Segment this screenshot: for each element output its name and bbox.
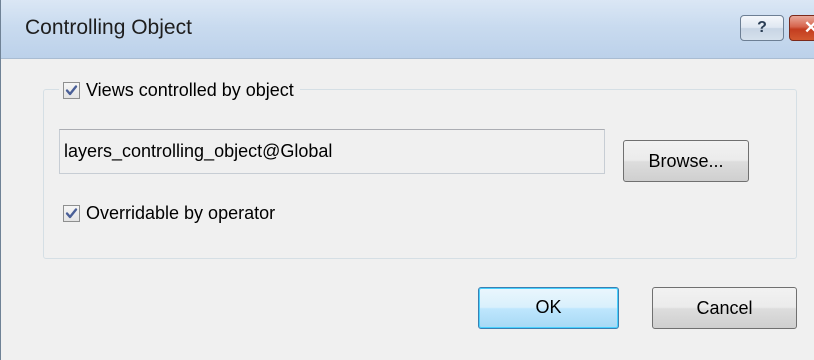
close-button[interactable]: ✕ [789, 15, 814, 41]
checkmark-icon [65, 84, 78, 95]
help-icon: ? [757, 19, 767, 36]
views-controlled-checkbox-row[interactable]: Views controlled by object [59, 78, 300, 102]
overridable-checkbox-row[interactable]: Overridable by operator [63, 203, 275, 224]
overridable-checkbox[interactable] [63, 205, 80, 222]
controlling-object-field[interactable]: layers_controlling_object@Global [59, 129, 605, 174]
browse-button[interactable]: Browse... [623, 140, 749, 182]
window-title: Controlling Object [25, 16, 192, 39]
checkmark-icon [65, 208, 78, 219]
title-bar[interactable]: Controlling Object ? ✕ [1, 0, 814, 59]
cancel-button[interactable]: Cancel [652, 287, 797, 329]
help-button[interactable]: ? [740, 15, 784, 41]
controlling-object-dialog: Controlling Object ? ✕ Views controlled … [0, 0, 814, 360]
ok-button[interactable]: OK [478, 287, 619, 329]
views-controlled-label: Views controlled by object [86, 79, 294, 100]
overridable-label: Overridable by operator [86, 203, 276, 223]
views-controlled-checkbox[interactable] [63, 81, 80, 99]
close-icon: ✕ [803, 18, 814, 37]
